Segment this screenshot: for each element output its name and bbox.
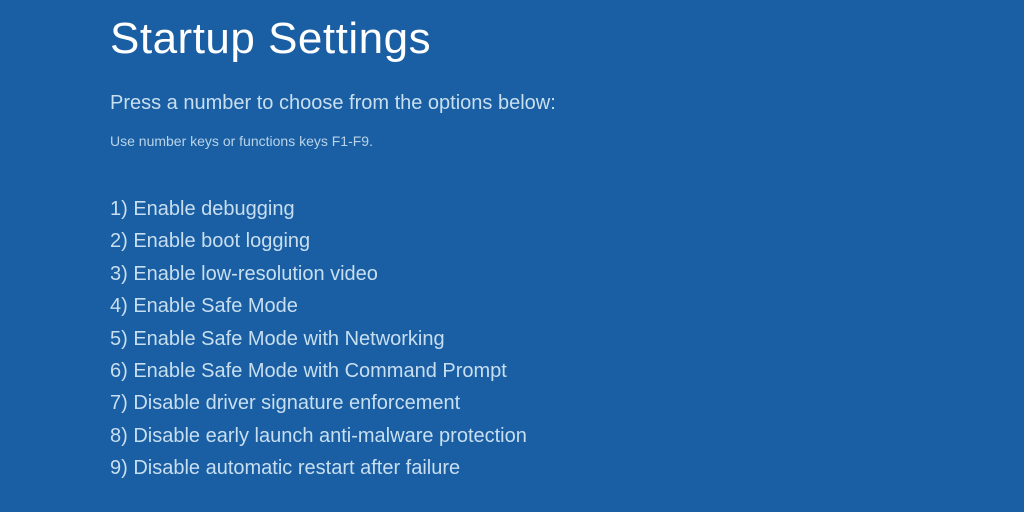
startup-settings-screen: Startup Settings Press a number to choos… (0, 0, 1024, 485)
options-list: 1) Enable debugging 2) Enable boot loggi… (110, 193, 984, 485)
option-item-2[interactable]: 2) Enable boot logging (110, 225, 984, 257)
option-item-6[interactable]: 6) Enable Safe Mode with Command Prompt (110, 355, 984, 387)
option-item-4[interactable]: 4) Enable Safe Mode (110, 290, 984, 322)
option-item-7[interactable]: 7) Disable driver signature enforcement (110, 387, 984, 419)
option-item-5[interactable]: 5) Enable Safe Mode with Networking (110, 323, 984, 355)
page-title: Startup Settings (110, 14, 984, 64)
instruction-text: Press a number to choose from the option… (110, 92, 984, 115)
hint-text: Use number keys or functions keys F1-F9. (110, 133, 984, 149)
option-item-1[interactable]: 1) Enable debugging (110, 193, 984, 225)
option-item-3[interactable]: 3) Enable low-resolution video (110, 258, 984, 290)
option-item-9[interactable]: 9) Disable automatic restart after failu… (110, 452, 984, 484)
option-item-8[interactable]: 8) Disable early launch anti-malware pro… (110, 420, 984, 452)
